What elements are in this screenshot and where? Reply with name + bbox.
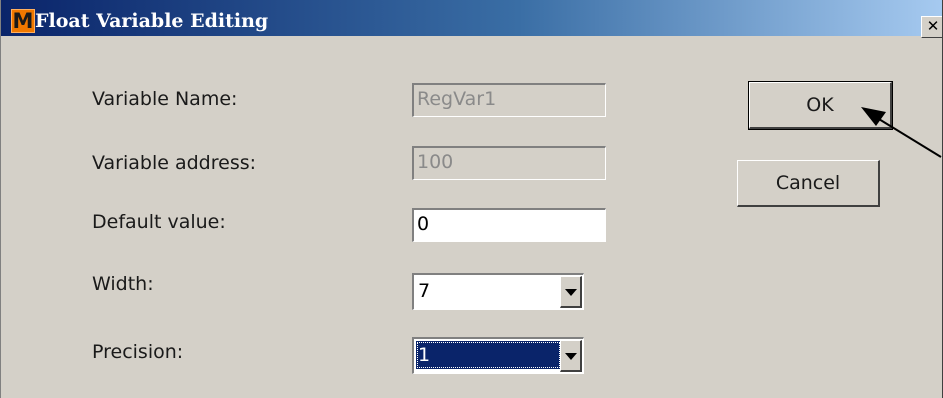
width-label: Width:	[92, 273, 154, 295]
float-variable-editing-dialog: M Float Variable Editing ✕ Variable Name…	[0, 0, 943, 398]
width-dropdown-button[interactable]	[560, 276, 582, 308]
variable-name-label: Variable Name:	[92, 88, 238, 110]
chevron-down-icon	[565, 289, 577, 296]
app-logo-icon: M	[11, 9, 35, 33]
chevron-down-icon	[565, 353, 577, 360]
window-title: Float Variable Editing	[35, 10, 269, 32]
ok-button[interactable]: OK	[748, 81, 893, 130]
default-value-label: Default value:	[92, 211, 226, 233]
width-select-value: 7	[418, 280, 431, 302]
cancel-button[interactable]: Cancel	[737, 160, 880, 207]
width-select[interactable]: 7	[412, 273, 584, 310]
variable-address-field: 100	[412, 146, 606, 180]
close-button[interactable]: ✕	[921, 16, 942, 38]
variable-address-label: Variable address:	[92, 152, 257, 174]
default-value-input[interactable]: 0	[412, 208, 606, 242]
title-bar[interactable]: M Float Variable Editing	[1, 0, 942, 36]
variable-name-field: RegVar1	[412, 83, 606, 117]
precision-select[interactable]: 1	[412, 337, 584, 374]
precision-dropdown-button[interactable]	[560, 340, 582, 372]
precision-label: Precision:	[92, 341, 184, 363]
close-icon: ✕	[926, 17, 940, 35]
precision-select-value: 1	[416, 341, 561, 369]
